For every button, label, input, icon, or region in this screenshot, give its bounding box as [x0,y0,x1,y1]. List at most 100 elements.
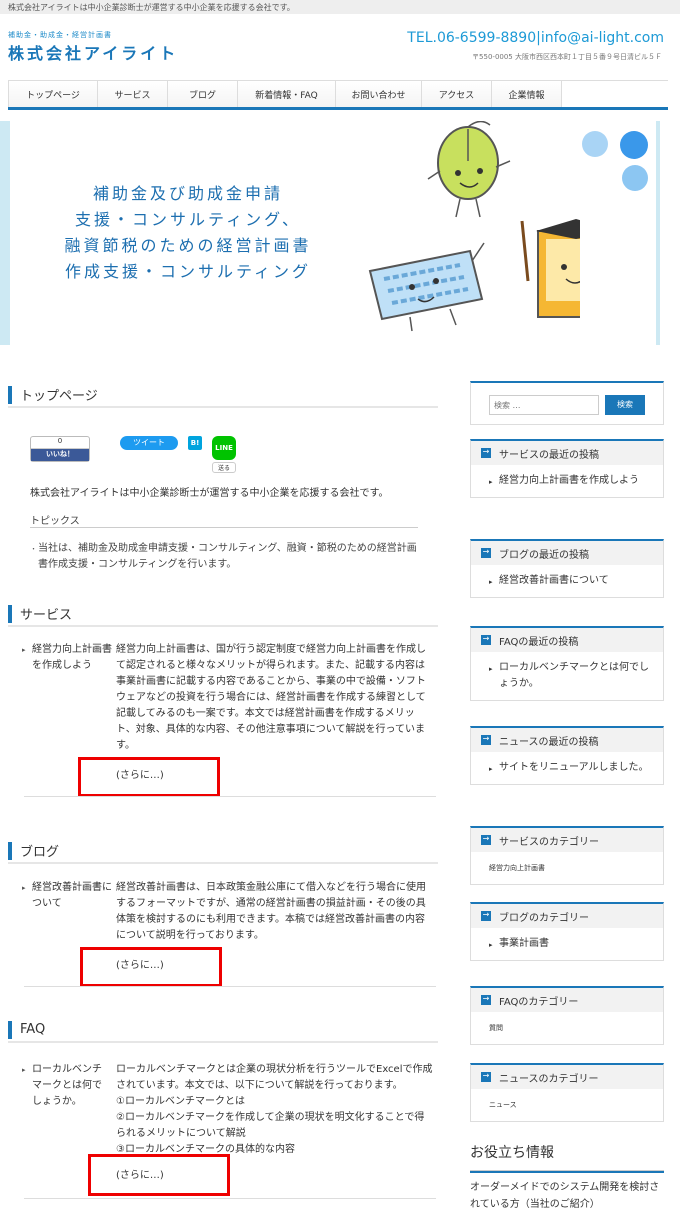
list-bullet: ▸ [489,665,493,673]
hero-line: 支援・コンサルティング、 [75,210,301,229]
hero-line: 融資節税のための経営計画書 [64,236,312,255]
hero-headline: 補助金及び助成金申請 支援・コンサルティング、 融資節税のための経営計画書 作成… [18,181,358,285]
list-bullet: ▸ [489,765,493,773]
tweet-button[interactable]: ツイート [120,436,178,450]
useful-info-link[interactable]: オーダーメイドでのシステム開発を検討されている方（当社のご紹介） [470,1171,664,1213]
page-title-text: トップページ [20,388,98,404]
section-title-blog: ブログ [8,838,438,864]
highlight-box [78,757,220,797]
widget-title: ニュースのカテゴリー [471,1065,663,1089]
line-send-label: 送る [212,462,236,473]
widget-link[interactable]: 経営改善計画書について [499,575,609,586]
list-bullet: ▸ [22,646,26,654]
category-link[interactable]: 質問 [489,1024,503,1032]
like-label: いいね！ [31,449,89,461]
hero-banner: 補助金及び助成金申請 支援・コンサルティング、 融資節税のための経営計画書 作成… [0,121,660,345]
highlight-box [80,947,222,987]
contact-info[interactable]: TEL.06-6599-8890|info@ai-light.com [407,30,664,46]
decor-circle [622,165,648,191]
decor-circle [620,131,648,159]
nav-item-access[interactable]: アクセス [422,81,492,107]
widget-blog-recent: ブログの最近の投稿 ▸ 経営改善計画書について [470,539,664,598]
widget-blog-categories: ブログのカテゴリー ▸ 事業計画書 [470,902,664,961]
widget-service-recent: サービスの最近の投稿 ▸ 経営力向上計画書を作成しよう [470,439,664,498]
nav-item-contact[interactable]: お問い合わせ [336,81,422,107]
social-share-bar: 0 いいね！ ツイート B! LINE 送る [30,436,236,474]
search-button[interactable]: 検索 [605,395,645,415]
section-title-text: FAQ [20,1021,46,1037]
hero-left-stripe [0,121,10,345]
widget-service-categories: サービスのカテゴリー 経営力向上計画書 [470,826,664,885]
nav-item-company[interactable]: 企業情報 [492,81,562,107]
widget-title: ブログのカテゴリー [471,904,663,928]
monitor-character-icon [520,219,580,318]
entry-title-link[interactable]: 経営改善計画書について [32,880,112,912]
hero-line: 作成支援・コンサルティング [64,262,312,281]
divider [24,796,436,797]
page-title: トップページ [8,382,438,408]
divider [24,986,436,987]
hero-right-stripe [656,121,660,345]
category-link[interactable]: 経営力向上計画書 [489,864,545,872]
section-title-service: サービス [8,601,438,627]
topics-text: 当社は、補助金及助成金申請支援・コンサルティング、融資・節税のための経営計画書作… [38,543,417,570]
widget-body: ▸ 経営改善計画書について [471,565,663,597]
main-nav: トップページ サービス ブログ 新着情報・FAQ お問い合わせ アクセス 企業情… [8,80,668,110]
widget-title: ニュースの最近の投稿 [471,728,663,752]
widget-faq-categories: FAQのカテゴリー 質問 [470,986,664,1045]
widget-body: ▸ 経営力向上計画書を作成しよう [471,465,663,497]
hatena-label: B! [190,439,200,447]
widget-link[interactable]: サイトをリニューアルしました。 [499,762,649,773]
widget-body: ▸ サイトをリニューアルしました。 [471,752,663,784]
intro-text: 株式会社アイライトは中小企業診断士が運営する中小企業を応援する会社です。 [30,488,389,499]
widget-news-categories: ニュースのカテゴリー ニュース [470,1063,664,1122]
tagline-bar: 株式会社アイライトは中小企業診断士が運営する中小企業を応援する会社です。 [0,0,680,14]
entry-title-link[interactable]: ローカルベンチマークとは何でしょうか。 [32,1062,110,1110]
widget-title: ブログの最近の投稿 [471,541,663,565]
useful-info-widget: お役立ち情報 オーダーメイドでのシステム開発を検討されている方（当社のご紹介） [470,1138,664,1213]
entry-title-link[interactable]: 経営力向上計画書を作成しよう [32,642,112,674]
widget-body: ▸ 事業計画書 [471,928,663,960]
category-link[interactable]: ニュース [489,1101,517,1109]
keyboard-character-icon [368,242,485,332]
facebook-like-button[interactable]: 0 いいね！ [30,436,90,462]
widget-body: 経営力向上計画書 [471,852,663,884]
nav-item-service[interactable]: サービス [98,81,168,107]
entry-excerpt: 経営力向上計画書は、国が行う認定制度で経営力向上計画書を作成して認定されると様々… [116,644,426,751]
hatena-bookmark-button[interactable]: B! [188,436,202,450]
line-icon: LINE [212,436,236,460]
nav-item-top[interactable]: トップページ [8,81,98,107]
section-title-faq: FAQ [8,1017,438,1043]
widget-news-recent: ニュースの最近の投稿 ▸ サイトをリニューアルしました。 [470,726,664,785]
like-count: 0 [31,437,89,449]
list-bullet: ・ [30,545,37,553]
divider [24,1198,436,1199]
decor-circle [582,131,608,157]
company-address: 〒550-0005 大阪市西区西本町１丁目５番９号日清ビル５Ｆ [472,53,662,61]
line-share-button[interactable]: LINE 送る [212,436,236,474]
site-header: 補助金・助成金・経営計画書 株式会社アイライト TEL.06-6599-8890… [0,14,680,74]
widget-body: ▸ ローカルベンチマークとは何でしょうか。 [471,652,663,700]
widget-body: ニュース [471,1089,663,1121]
useful-info-title: お役立ち情報 [470,1138,664,1171]
excerpt-line: ローカルベンチマークとは企業の現状分析を行うツールでExcelで作成されています… [116,1064,433,1091]
category-link[interactable]: 事業計画書 [499,938,549,949]
topics-heading: トピックス [30,512,418,528]
widget-link[interactable]: ローカルベンチマークとは何でしょうか。 [499,662,649,689]
site-logo[interactable]: 株式会社アイライト [8,40,178,64]
entry-excerpt: 経営改善計画書は、日本政策金融公庫にて借入などを行う場合に使用するフォーマットで… [116,882,426,941]
widget-link[interactable]: 経営力向上計画書を作成しよう [499,475,639,486]
hero-line: 補助金及び助成金申請 [92,184,283,203]
nav-item-news-faq[interactable]: 新着情報・FAQ [238,81,336,107]
tweet-label: ツイート [133,438,165,447]
widget-title: FAQの最近の投稿 [471,628,663,652]
section-title-text: サービス [20,607,73,623]
logo-subtitle: 補助金・助成金・経営計画書 [8,31,112,39]
search-input[interactable] [489,395,599,415]
list-bullet: ▸ [22,1066,26,1074]
widget-body: 質問 [471,1012,663,1044]
nav-item-blog[interactable]: ブログ [168,81,238,107]
tagline-text: 株式会社アイライトは中小企業診断士が運営する中小企業を応援する会社です。 [8,3,295,12]
entry-excerpt: ローカルベンチマークとは企業の現状分析を行うツールでExcelで作成されています… [116,1062,434,1158]
excerpt-line: ②ローカルベンチマークを作成して企業の現状を明文化することで得られるメリットにつ… [116,1112,425,1139]
